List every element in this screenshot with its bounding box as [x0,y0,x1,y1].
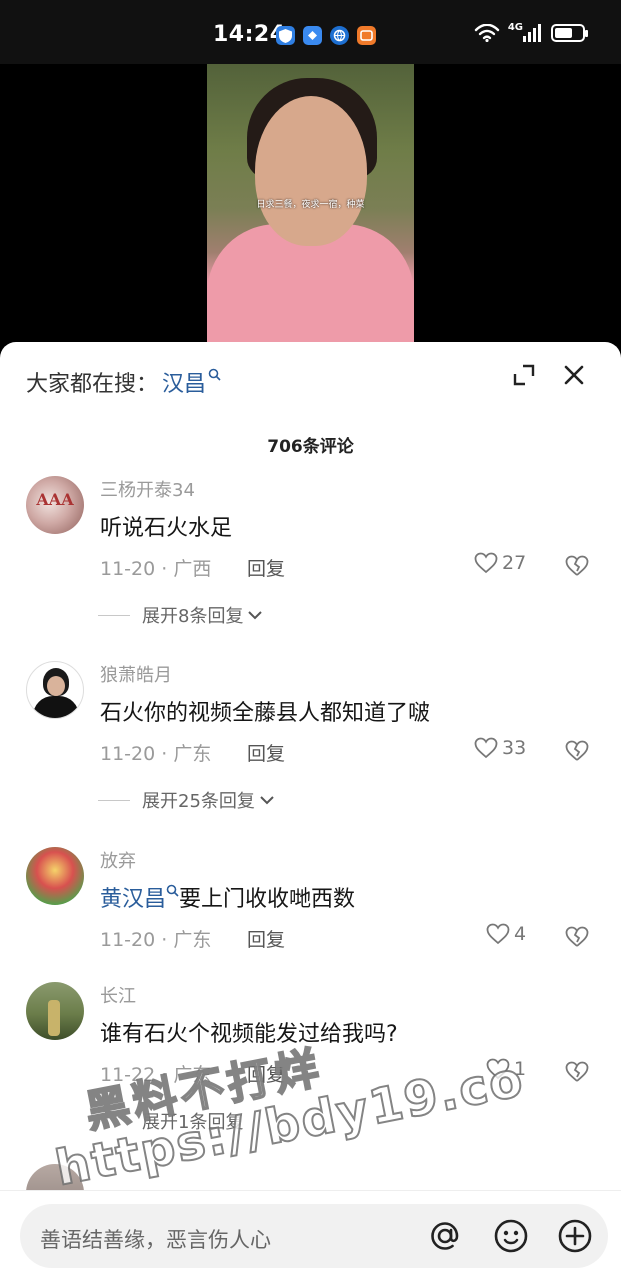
avatar[interactable]: AAA [26,476,84,534]
broken-heart-icon[interactable] [565,1060,589,1084]
video-frame[interactable]: 日求三餐，夜求一宿，种菜 [207,64,414,354]
network-type: 4G [507,21,523,33]
comment-input[interactable]: 善语结善缘，恶言伤人心 [20,1204,608,1268]
expand-replies-button[interactable]: 展开1条回复 [142,1108,243,1134]
comment-date-location: 11-22 · 广东 [100,1064,212,1086]
broken-heart-icon[interactable] [565,739,589,763]
heart-icon [474,552,498,574]
comment-text: 听说石火水足 [100,516,233,541]
status-time: 14:24 [213,22,286,47]
comment-username[interactable]: 放弃 [100,847,136,873]
comment-item: AAA 三杨开泰34 听说石火水足 11-20 · 广西 回复 27 展开8条回… [0,474,621,644]
comment-body: 要上门收收哋西数 [179,887,356,912]
expand-replies-label: 展开25条回复 [142,791,255,812]
chevron-down-icon [260,796,274,805]
like-count: 33 [502,737,527,759]
comment-username[interactable]: 长江 [100,982,136,1008]
battery-icon [551,24,588,42]
expand-icon[interactable] [511,362,537,388]
emoji-icon[interactable] [492,1217,530,1255]
video-caption: 日求三餐，夜求一宿，种菜 [256,200,365,210]
mention-at-icon[interactable] [426,1217,464,1255]
reply-button[interactable]: 回复 [247,739,285,766]
search-prefix: 大家都在搜： [26,372,159,397]
expand-replies-label: 展开8条回复 [142,606,244,627]
avatar[interactable] [26,661,84,719]
wifi-icon [474,24,500,42]
mention-link[interactable]: 黄汉昌 [100,887,166,912]
expand-divider [98,799,130,801]
comment-text: 黄汉昌 要上门收收哋西数 [100,881,355,913]
expand-replies-button[interactable]: 展开8条回复 [98,602,263,628]
comment-text: 石火你的视频全藤县人都知道了啵 [100,701,431,726]
heart-icon [474,737,498,759]
like-count: 1 [514,1058,527,1080]
heart-icon [486,1058,510,1080]
avatar[interactable] [26,982,84,1040]
video-player[interactable]: 日求三餐，夜求一宿，种菜 [0,64,621,354]
comment-username[interactable]: 三杨开泰34 [100,476,195,502]
like-button[interactable]: 4 [486,923,526,945]
search-suggestion-link[interactable]: 汉昌 [162,366,206,398]
reply-button[interactable]: 回复 [247,554,285,581]
battery-level [555,28,572,38]
search-icon [166,884,179,897]
comment-date-location: 11-20 · 广东 [100,929,212,951]
browser-app-icon [330,26,349,45]
heart-icon [486,923,510,945]
orange-app-icon [357,26,376,45]
comment-input-bar: 善语结善缘，恶言伤人心 [0,1190,621,1280]
comment-item: 狼萧皓月 石火你的视频全藤县人都知道了啵 11-20 · 广东 回复 33 展开… [0,659,621,829]
comment-item: 放弃 黄汉昌 要上门收收哋西数 11-20 · 广东 回复 4 [0,845,621,965]
search-icon [208,368,221,381]
comment-date-location: 11-20 · 广西 [100,558,212,580]
chevron-down-icon [248,611,263,620]
broken-heart-icon[interactable] [565,554,589,578]
blue-app-icon [303,26,322,45]
reply-button[interactable]: 回复 [247,925,285,952]
comment-input-placeholder: 善语结善缘，恶言伤人心 [40,1228,271,1252]
close-icon[interactable] [561,362,587,388]
comment-sheet: 大家都在搜： 汉昌 706条评论 AAA 三杨开泰34 听说石火水足 11-20… [0,342,621,1280]
broken-heart-icon[interactable] [565,925,589,949]
add-icon[interactable] [556,1217,594,1255]
status-indicators: 4G [474,21,588,42]
expand-replies-button[interactable]: 展开25条回复 [98,787,275,813]
like-button[interactable]: 33 [474,737,526,759]
comment-item: 长江 谁有石火个视频能发过给我吗? 11-22 · 广东 回复 1 展开1条回复 [0,980,621,1150]
like-button[interactable]: 1 [486,1058,526,1080]
signal-icon [523,24,541,42]
avatar[interactable] [26,847,84,905]
shield-app-icon [276,26,295,45]
expand-replies-label: 展开1条回复 [142,1112,244,1133]
search-suggestion: 大家都在搜： 汉昌 [26,366,221,398]
like-count: 4 [514,923,527,945]
reply-button[interactable]: 回复 [247,1060,285,1087]
comment-username[interactable]: 狼萧皓月 [100,661,172,687]
like-count: 27 [502,552,527,574]
comment-date-location: 11-20 · 广东 [100,743,212,765]
comment-count: 706条评论 [267,437,354,457]
like-button[interactable]: 27 [474,552,526,574]
video-face [255,96,367,246]
status-bar: 14:24 4G [0,0,621,64]
comment-text: 谁有石火个视频能发过给我吗? [100,1022,398,1047]
expand-divider [98,614,130,616]
status-app-icons [276,26,376,45]
